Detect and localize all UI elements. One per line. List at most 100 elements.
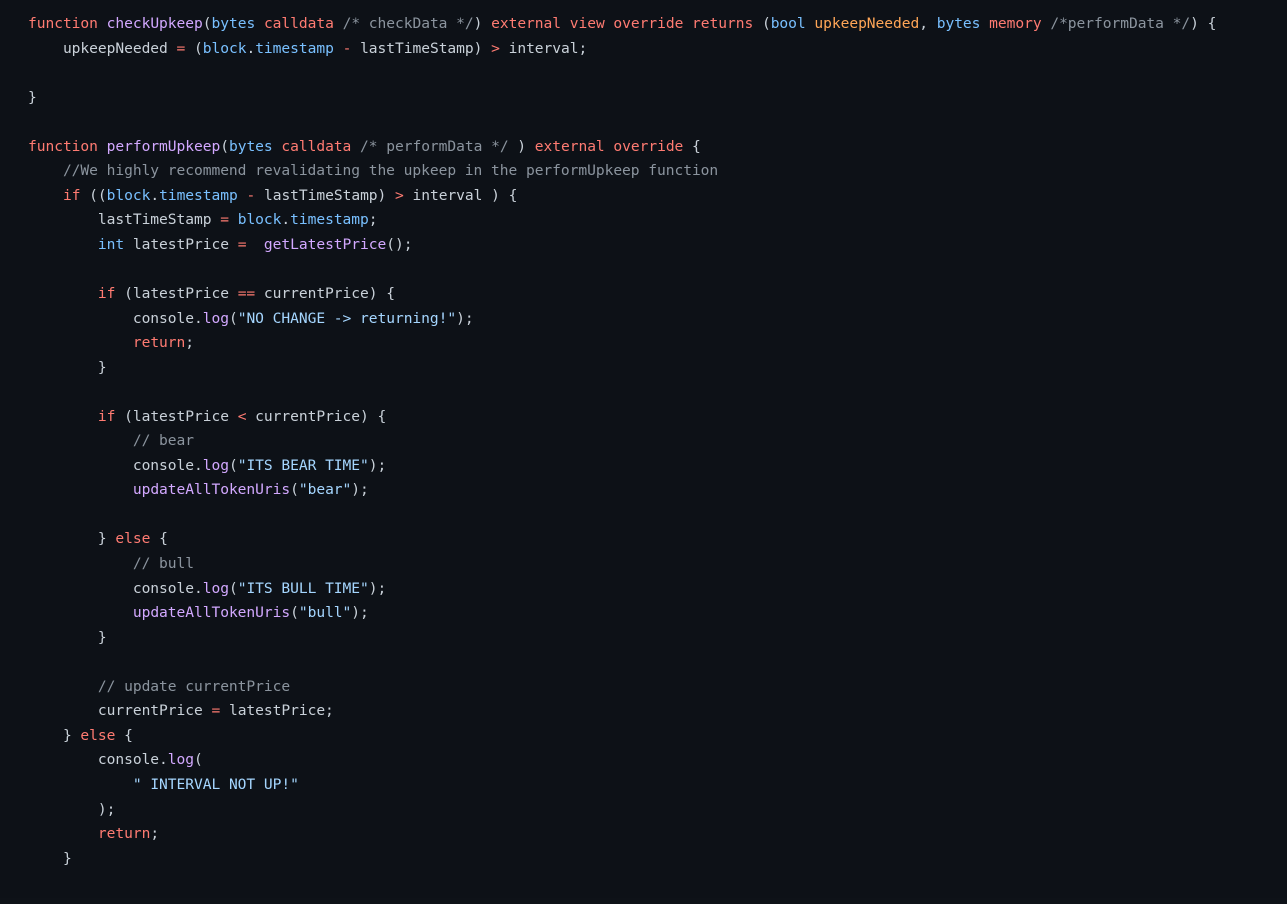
code-token-kw: if [62,186,81,204]
code-line: ​ [28,503,1287,528]
code-token-txt: } [28,628,107,646]
code-token-txt: ( [228,309,238,327]
code-token-fn: updateAllTokenUris [132,481,291,499]
code-line: if (latestPrice < currentPrice) { [28,405,1287,430]
code-line: " INTERVAL NOT UP!" [28,773,1287,798]
code-token-txt: } [28,726,81,744]
code-token-txt: . [246,39,256,57]
source-code-block[interactable]: function checkUpkeep(bytes calldata /* c… [0,12,1287,871]
code-token-txt: ) [473,15,492,32]
code-line: console.log( [28,748,1287,773]
code-token-par: upkeepNeeded [814,15,920,32]
code-token-type: int [97,235,125,253]
code-token-op: > [395,186,404,204]
code-token-txt: upkeepNeeded [28,39,177,57]
code-token-txt: currentPrice) { [255,285,395,303]
code-token-type: block [237,211,282,229]
code-viewer[interactable]: function checkUpkeep(bytes calldata /* c… [0,0,1287,904]
code-token-txt: ; [368,211,378,229]
code-line: return; [28,331,1287,356]
code-token-fn: log [202,579,229,597]
code-token-kw: function [28,137,107,155]
code-token-txt: console. [28,456,203,474]
code-line: console.log("ITS BULL TIME"); [28,577,1287,602]
code-token-kw: calldata [263,15,334,32]
code-token-txt: console. [28,751,168,769]
code-token-cmt: //We highly recommend revalidating the u… [28,162,719,180]
code-token-txt: ) { [1190,15,1217,32]
code-token-txt: ); [368,456,387,474]
code-line: console.log("NO CHANGE -> returning!"); [28,307,1287,332]
code-token-op: > [491,39,500,57]
code-token-type: bytes [936,15,981,32]
code-token-txt: latestPrice; [220,702,334,720]
code-token-txt: console. [28,309,203,327]
code-line: ); [28,798,1287,823]
code-line: if ((block.timestamp - lastTimeStamp) > … [28,184,1287,209]
code-token-kw: external override [534,137,684,155]
code-line: ​ [28,380,1287,405]
code-token-txt: { [115,726,133,744]
code-token-txt: ); [28,800,116,818]
code-token-txt: ); [351,481,369,499]
code-token-op: = [176,39,186,57]
code-token-fn: log [202,456,229,474]
code-token-kw: return [132,334,186,352]
code-token-cmt: // bear [28,432,194,450]
code-token-str: "ITS BEAR TIME" [237,456,369,474]
code-token-fn: checkUpkeep [106,15,203,32]
code-token-op: = [220,211,229,229]
viewer-bottom-edge [0,898,1287,904]
code-token-str: "bear" [298,481,352,499]
code-token-txt: ) [508,137,535,155]
code-token-txt: ; [185,334,195,352]
code-token-kw: if [97,407,116,425]
code-line: } [28,847,1287,872]
code-token-prop: timestamp [255,39,334,57]
code-token-txt: . [281,211,291,229]
code-token-txt: ); [351,604,369,622]
code-token-cmt: // bull [28,555,194,573]
code-token-txt: } [28,530,116,548]
code-token-kw: external view override returns [491,15,754,32]
code-line: // bear [28,429,1287,454]
code-token-txt: latestPrice [124,235,238,253]
code-token-prop: timestamp [159,186,238,204]
code-line: currentPrice = latestPrice; [28,699,1287,724]
code-token-txt: ( [753,15,771,32]
code-token-cmt: // update currentPrice [28,677,291,695]
code-token-op: = [211,702,221,720]
code-line: } else { [28,724,1287,749]
code-token-txt: (latestPrice [115,407,238,425]
code-token-txt: } [28,849,72,867]
code-line: } else { [28,527,1287,552]
code-token-txt: ); [368,579,387,597]
code-token-fn: performUpkeep [106,137,221,155]
code-line: function performUpkeep(bytes calldata /*… [28,135,1287,160]
code-token-type: bytes [211,15,256,32]
code-token-txt: ( [228,579,238,597]
code-token-str: "ITS BULL TIME" [237,579,369,597]
code-line: } [28,86,1287,111]
code-line: } [28,356,1287,381]
code-token-cmt: /* performData */ [360,137,509,155]
code-token-txt: ( [228,456,238,474]
code-token-txt: (( [80,186,107,204]
code-line: ​ [28,650,1287,675]
code-token-txt: interval; [499,39,588,57]
code-token-txt: ( [194,751,203,769]
code-token-txt: currentPrice) { [246,407,387,425]
code-token-kw: else [80,726,116,744]
code-token-txt: ( [185,39,203,57]
